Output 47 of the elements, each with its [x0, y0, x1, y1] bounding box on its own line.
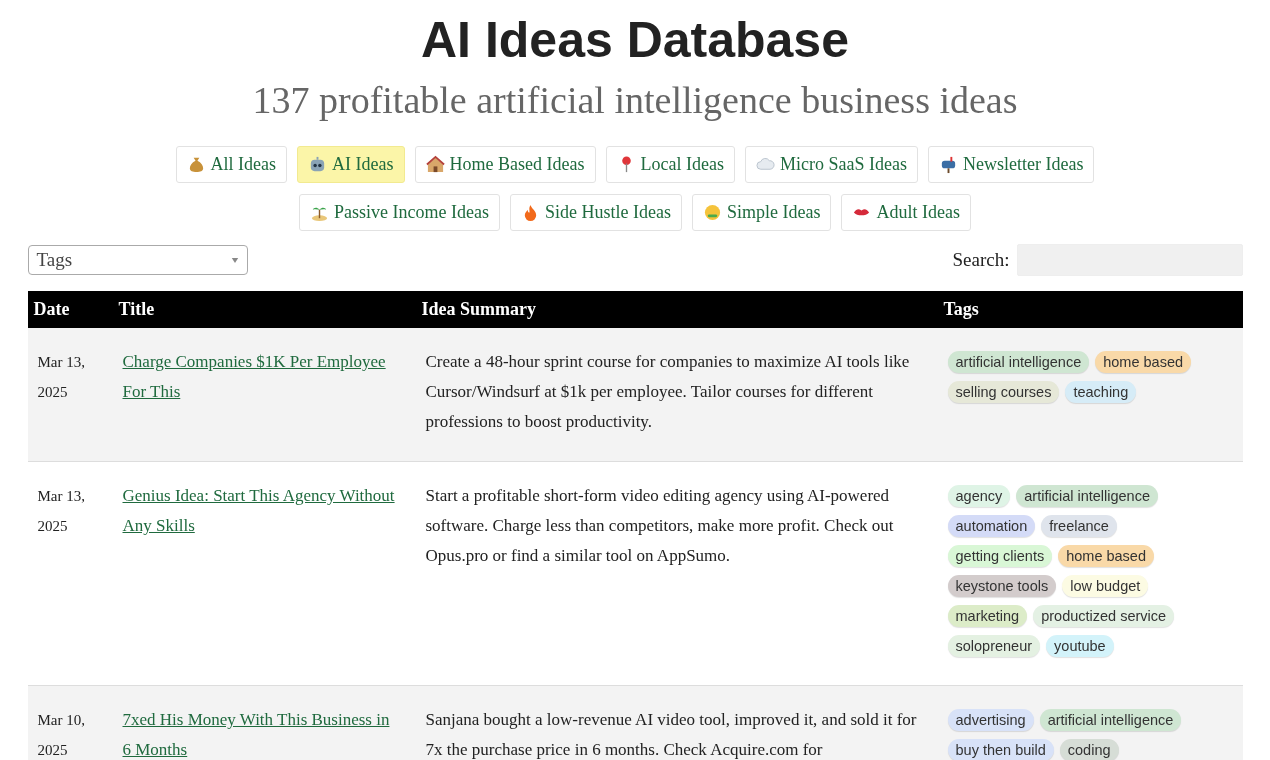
column-header: Title	[112, 291, 416, 328]
category-button[interactable]: Home Based Ideas	[414, 146, 596, 183]
tag[interactable]: youtube	[1046, 635, 1114, 657]
tag[interactable]: marketing	[947, 605, 1028, 627]
date-text: Mar 13, 2025	[37, 488, 85, 534]
tag[interactable]: low budget	[1062, 575, 1149, 597]
column-header: Tags	[937, 291, 1243, 328]
tag[interactable]: home based	[1058, 545, 1154, 567]
idea-link[interactable]: Genius Idea: Start This Agency Without Any Skills	[122, 481, 406, 541]
tag[interactable]: advertising	[947, 709, 1034, 731]
tag[interactable]: teaching	[1065, 381, 1137, 403]
date-text: Mar 13, 2025	[37, 354, 85, 400]
tag[interactable]: automation	[947, 515, 1036, 537]
tag[interactable]: getting clients	[947, 545, 1053, 567]
category-button[interactable]: Side Hustle Ideas	[510, 194, 682, 231]
tag[interactable]: coding	[1059, 739, 1119, 760]
tag[interactable]: productized service	[1033, 605, 1175, 627]
page-subtitle: 137 profitable artificial intelligence business ideas	[251, 78, 1019, 122]
tag[interactable]: freelance	[1041, 515, 1117, 537]
idea-summary: Sanjana bought a low-revenue AI video tool, improved it, and sold it for 7x the purchase price in 6 months. Check Acquire.com for	[425, 710, 917, 759]
idea-summary: Create a 48-hour sprint course for companies to maximize AI tools like Cursor/Windsurf at $1k per employee. Tailor courses for different professions to boost productivity.	[425, 352, 910, 431]
tags-dropdown[interactable]: Tags	[27, 245, 248, 275]
category-button[interactable]: Local Ideas	[605, 146, 735, 183]
date-text: Mar 10, 2025	[37, 712, 85, 758]
column-header: Date	[27, 291, 113, 328]
category-button[interactable]: AI Ideas	[297, 146, 405, 183]
category-button[interactable]: Micro SaaS Ideas	[745, 146, 918, 183]
tag[interactable]: keystone tools	[947, 575, 1057, 597]
tag[interactable]: selling courses	[947, 381, 1060, 403]
category-button[interactable]: All Ideas	[175, 146, 288, 183]
tag[interactable]: home based	[1095, 351, 1192, 373]
idea-summary: Start a profitable short-form video editing agency using AI-powered software. Charge less than competitors, make more profit. Check out Opus.pro or find a similar tool on AppSumo.	[425, 486, 894, 565]
tag[interactable]: agency	[947, 485, 1011, 507]
search-label: Search:	[952, 249, 1010, 271]
category-button[interactable]: Newsletter Ideas	[927, 146, 1095, 183]
column-header: Idea Summary	[415, 291, 938, 328]
page-title: AI Ideas Database	[420, 12, 850, 68]
house-icon	[425, 155, 445, 174]
tag[interactable]: artificial intelligence	[1016, 485, 1158, 507]
tag[interactable]: buy then build	[947, 739, 1054, 760]
category-button[interactable]: Simple Ideas	[692, 194, 832, 231]
tag[interactable]: solopreneur	[947, 635, 1041, 657]
tag[interactable]: artificial intelligence	[947, 351, 1090, 373]
category-button[interactable]: Passive Income Ideas	[299, 194, 500, 231]
category-button[interactable]: Adult Ideas	[841, 194, 971, 231]
tag[interactable]: artificial intelligence	[1039, 709, 1182, 731]
caret-icon	[230, 257, 239, 263]
